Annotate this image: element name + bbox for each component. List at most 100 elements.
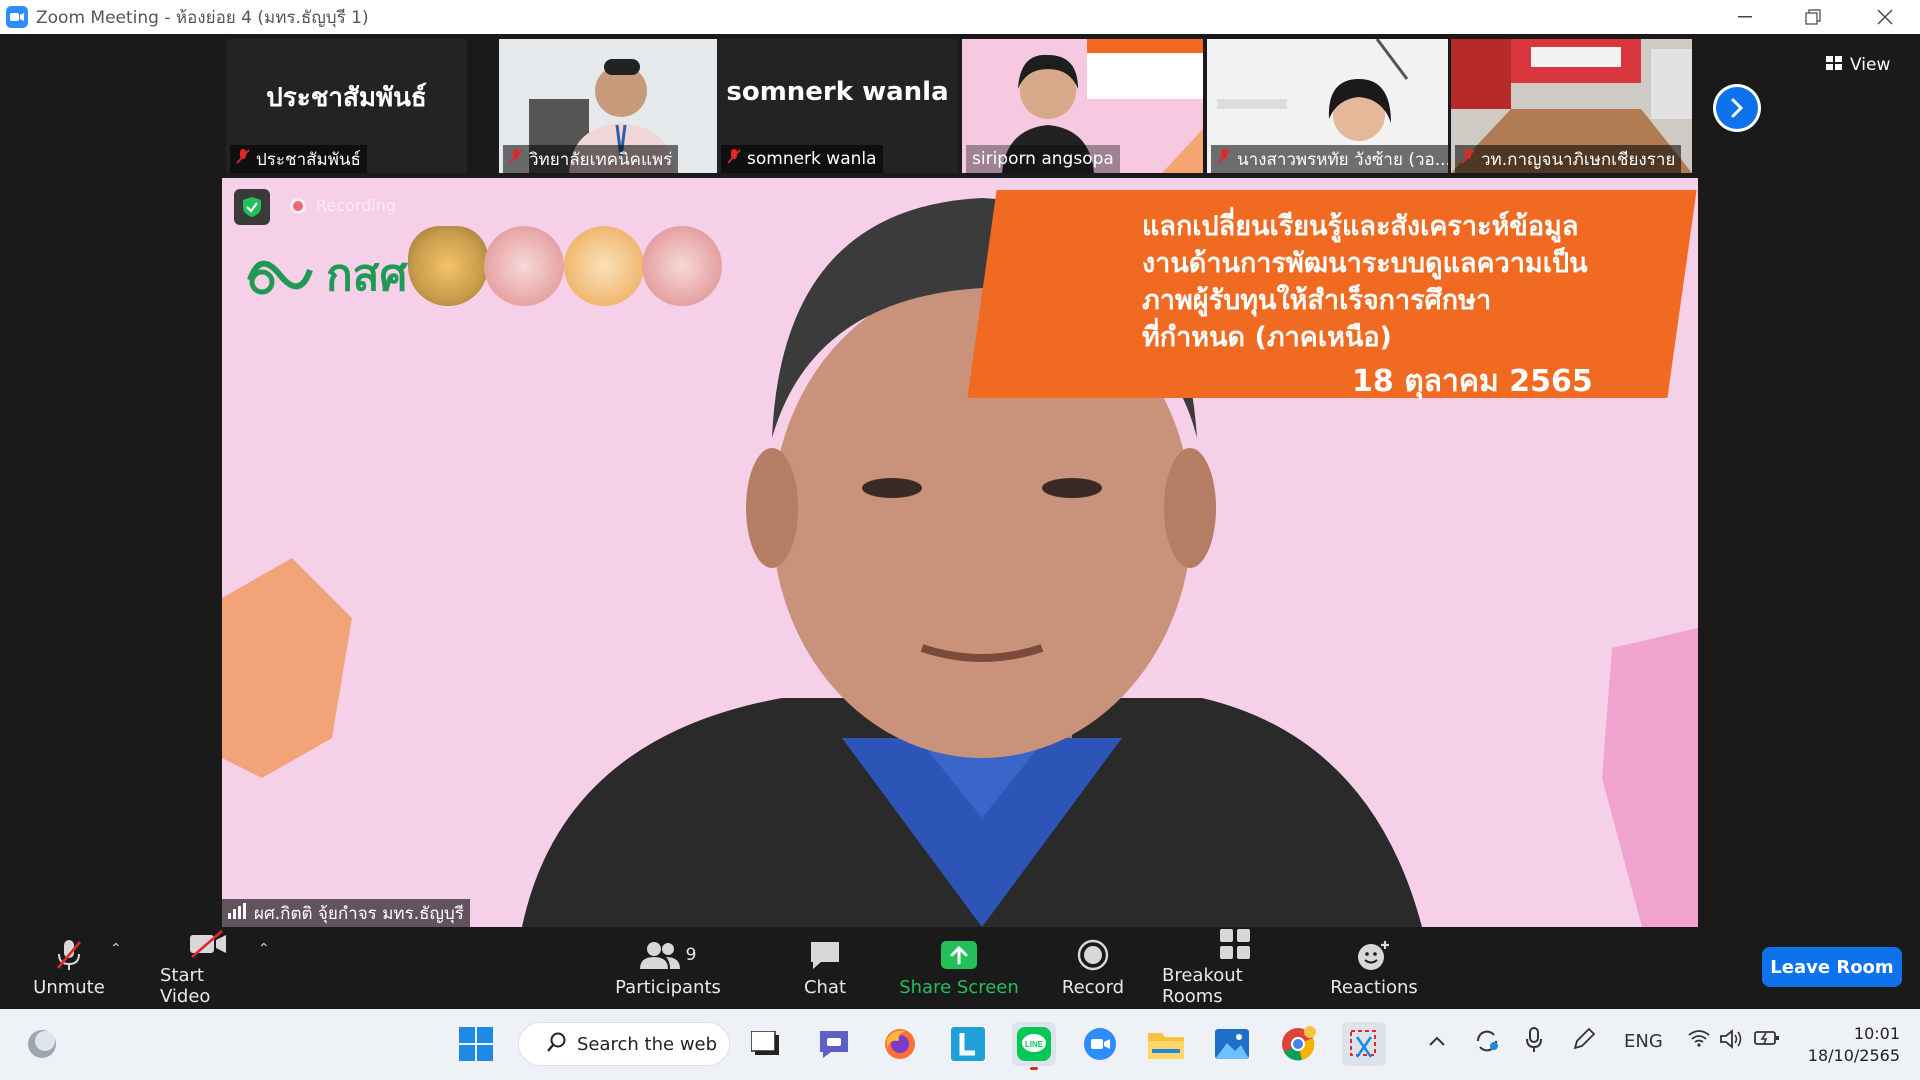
record-icon (1077, 939, 1109, 971)
emblem-seal (484, 226, 564, 306)
microphone-tray-icon[interactable] (1526, 1027, 1542, 1058)
minimize-button[interactable] (1710, 0, 1780, 34)
mic-muted-icon (1217, 148, 1231, 170)
sync-icon[interactable] (1474, 1029, 1500, 1058)
participant-tile[interactable]: วิทยาลัยเทคนิคแพร่ (499, 39, 740, 173)
line-app-icon[interactable]: LINE (1012, 1022, 1056, 1070)
chat-icon (809, 939, 841, 971)
breakout-rooms-label: Breakout Rooms (1162, 965, 1243, 1007)
active-speaker-video[interactable]: แลกเปลี่ยนเรียนรู้และสังเคราะห์ข้อมูล งา… (222, 178, 1698, 927)
windows-taskbar: Search the web LINE ENG 10:01 18/10/2565 (0, 1009, 1920, 1080)
leave-room-button[interactable]: Leave Room (1762, 947, 1902, 987)
banner-line: ที่กำหนด (ภาคเหนือ) (1142, 322, 1392, 353)
participant-caption: somnerk wanla (721, 145, 883, 173)
chat-button[interactable]: Chat (790, 933, 860, 1003)
video-off-icon (188, 929, 228, 959)
participant-caption: วิทยาลัยเทคนิคแพร่ (503, 145, 679, 173)
reactions-label: Reactions (1330, 976, 1418, 998)
line-l-app-icon[interactable] (946, 1022, 990, 1066)
banner-date: 18 ตุลาคม 2565 (1352, 364, 1593, 399)
mic-muted-icon (509, 148, 523, 170)
teams-chat-icon[interactable] (812, 1022, 856, 1066)
participant-name: ประชาสัมพันธ์ (256, 149, 361, 170)
breakout-rooms-icon (1220, 929, 1250, 959)
mic-muted-icon (236, 148, 250, 170)
record-button[interactable]: Record (1058, 933, 1128, 1003)
signal-strength-icon (228, 902, 246, 924)
windows-start-icon[interactable] (454, 1022, 498, 1066)
security-shield-icon[interactable] (234, 189, 270, 225)
reactions-icon (1357, 939, 1391, 971)
participant-tile[interactable]: siriporn angsopa (962, 39, 1203, 173)
system-clock[interactable]: 10:01 18/10/2565 (1808, 1023, 1900, 1067)
participant-name: นางสาวพรหทัย วังซ้าย (วอ... (1237, 149, 1448, 170)
unmute-label: Unmute (33, 976, 105, 998)
emblem-seal (408, 226, 488, 306)
file-explorer-icon[interactable] (1144, 1022, 1188, 1066)
record-label: Record (1061, 976, 1125, 998)
notification-indicator (1030, 1067, 1038, 1070)
share-screen-button[interactable]: Share Screen (899, 933, 1019, 1003)
participant-name: siriporn angsopa (972, 149, 1114, 169)
battery-icon[interactable] (1754, 1029, 1780, 1052)
next-page-button[interactable] (1713, 84, 1761, 132)
clock-time: 10:01 (1853, 1024, 1900, 1043)
chevron-right-icon (1716, 87, 1758, 129)
start-video-label: Start Video (160, 965, 211, 1007)
video-options-caret-icon[interactable]: ⌃ (258, 941, 270, 957)
emblem-seal (564, 226, 644, 306)
participant-tile[interactable]: ประชาสัมพันธ์ ประชาสัมพันธ์ (226, 39, 467, 173)
participant-display-name: somnerk wanla (726, 77, 949, 107)
mic-muted-icon (727, 148, 741, 170)
show-hidden-icons-caret-icon[interactable] (1428, 1031, 1446, 1052)
weather-icon[interactable] (20, 1022, 64, 1066)
participants-label: Participants (615, 976, 721, 998)
wifi-icon[interactable] (1688, 1029, 1710, 1052)
window-titlebar: Zoom Meeting - ห้องย่อย 4 (มทร.ธัญบุรี 1… (0, 0, 1920, 34)
chrome-icon[interactable] (1276, 1022, 1320, 1066)
meeting-toolbar: Unmute ⌃ Start Video ⌃ 9 Participants Ch… (0, 927, 1920, 1009)
photos-icon[interactable] (1210, 1022, 1254, 1066)
reactions-button[interactable]: Reactions (1330, 933, 1418, 1003)
participant-caption: ประชาสัมพันธ์ (230, 145, 367, 173)
participant-tile[interactable]: นางสาวพรหทัย วังซ้าย (วอ... (1207, 39, 1448, 173)
close-button[interactable] (1850, 0, 1920, 34)
grid-view-icon (1826, 55, 1842, 75)
view-button[interactable]: View (1826, 48, 1902, 82)
volume-icon[interactable] (1720, 1029, 1744, 1054)
participant-tile[interactable]: somnerk wanla somnerk wanla (717, 39, 958, 173)
taskbar-search[interactable]: Search the web (518, 1022, 730, 1066)
snipping-tool-icon[interactable] (1342, 1022, 1386, 1066)
participant-tile[interactable]: วท.กาญจนาภิเษกเชียงราย (1451, 39, 1692, 173)
language-indicator[interactable]: ENG (1624, 1031, 1663, 1052)
window-title: Zoom Meeting - ห้องย่อย 4 (มทร.ธัญบุรี 1… (36, 7, 369, 28)
pen-tray-icon[interactable] (1572, 1027, 1596, 1056)
participant-name: somnerk wanla (747, 149, 877, 169)
participant-caption: siriporn angsopa (966, 145, 1120, 173)
chat-label: Chat (803, 976, 847, 998)
task-view-icon[interactable] (744, 1022, 788, 1066)
breakout-rooms-button[interactable]: Breakout Rooms (1162, 929, 1308, 1007)
participant-caption: วท.กาญจนาภิเษกเชียงราย (1455, 145, 1682, 173)
unmute-button[interactable]: Unmute (26, 933, 112, 1003)
svg-text:LINE: LINE (1025, 1040, 1044, 1049)
search-icon (547, 1032, 567, 1057)
firefox-icon[interactable] (878, 1022, 922, 1066)
start-video-button[interactable]: Start Video (160, 930, 256, 1007)
eef-logo: กสศ (240, 240, 407, 310)
mic-muted-icon (54, 939, 84, 971)
audio-options-caret-icon[interactable]: ⌃ (110, 941, 122, 957)
logo-text: กสศ (326, 250, 408, 301)
banner-line: แลกเปลี่ยนเรียนรู้และสังเคราะห์ข้อมูล (1142, 211, 1579, 242)
recording-indicator: Recording (290, 196, 396, 215)
participants-button[interactable]: 9 Participants (615, 933, 721, 1003)
search-placeholder: Search the web (577, 1033, 718, 1055)
meeting-stage: ประชาสัมพันธ์ ประชาสัมพันธ์ วิทยาลัยเทคน… (0, 34, 1920, 927)
banner-line: งานด้านการพัฒนาระบบดูแลความเป็น (1142, 248, 1588, 279)
mic-muted-icon (1461, 148, 1475, 170)
restore-button[interactable] (1778, 0, 1848, 34)
zoom-taskbar-icon[interactable] (1078, 1022, 1122, 1066)
recording-label: Recording (316, 196, 397, 215)
participants-count: 9 (685, 944, 697, 965)
banner-line: ภาพผู้รับทุนให้สำเร็จการศึกษา (1142, 285, 1492, 316)
